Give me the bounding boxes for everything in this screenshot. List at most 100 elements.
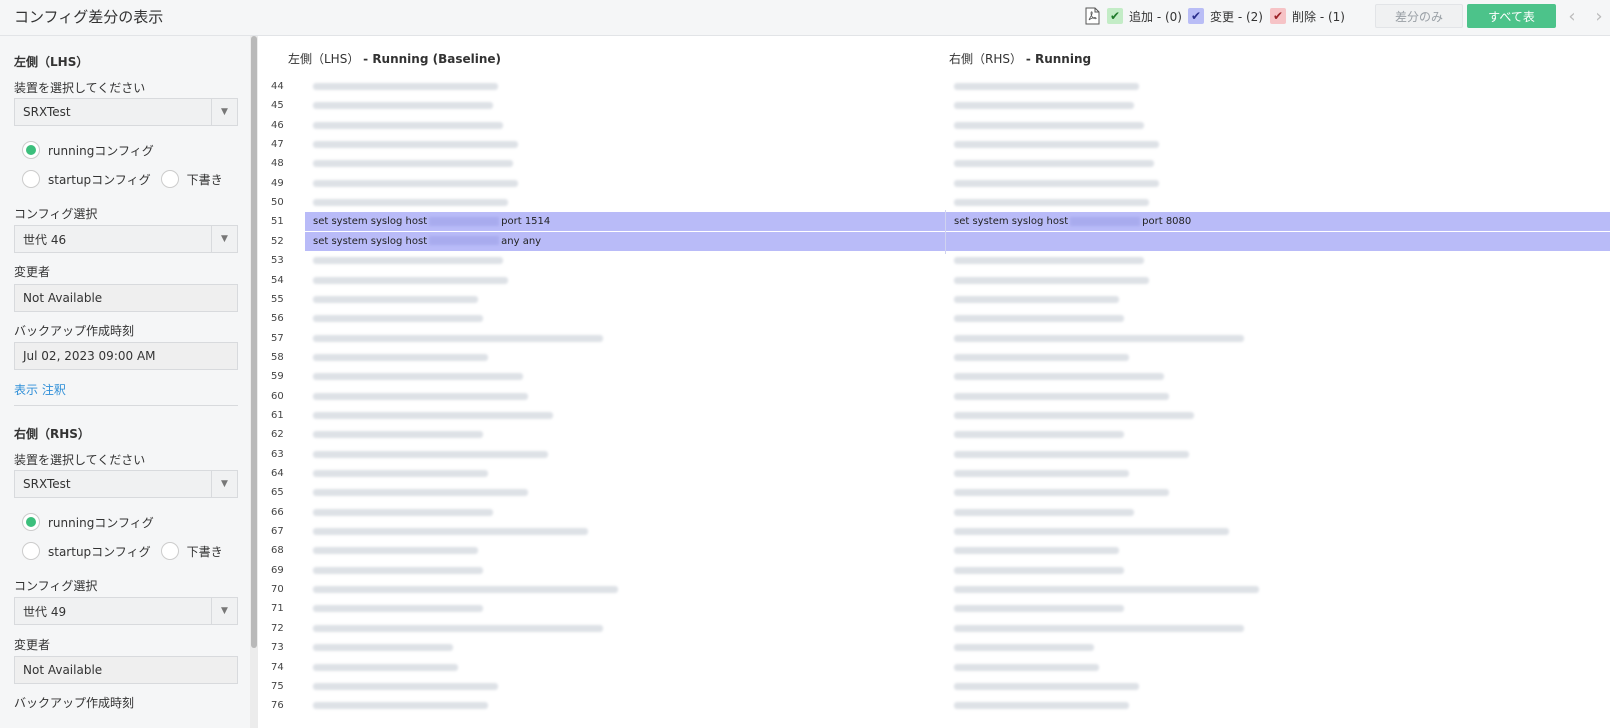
diff-only-button[interactable]: 差分のみ [1375, 4, 1463, 28]
changed-text-prefix: set system syslog host [954, 216, 1069, 228]
lhs-radio-draft-label[interactable]: 下書き [187, 171, 223, 188]
redacted-config-line-lhs [313, 334, 603, 342]
line-number: 53 [271, 255, 284, 267]
rhs-radio-running[interactable]: runningコンフィグ [22, 513, 154, 531]
redacted-config-line-rhs [954, 682, 1139, 690]
diff-row: 44 [259, 77, 1610, 96]
rhs-backup-label: バックアップ作成時刻 [14, 696, 135, 710]
legend-added-label: 追加 - (0) [1129, 9, 1182, 24]
line-number: 65 [271, 487, 284, 499]
caret-down-icon[interactable]: ▼ [211, 99, 237, 125]
chevron-right-icon[interactable]: › [1590, 4, 1608, 28]
caret-down-icon[interactable]: ▼ [211, 226, 237, 252]
redacted-config-line-lhs [313, 199, 508, 207]
line-number: 59 [271, 371, 284, 383]
redacted-config-line-lhs [313, 179, 518, 187]
diff-row: 69 [259, 561, 1610, 580]
redacted-config-line-rhs [954, 644, 1094, 652]
lhs-config-select[interactable]: 世代 46 ▼ [14, 225, 238, 253]
redacted-config-line-rhs [954, 257, 1144, 265]
redacted-config-line-lhs [313, 141, 518, 149]
lhs-device-value: SRXTest [23, 105, 71, 119]
line-number: 60 [271, 390, 284, 402]
changed-line-rhs: set system syslog host port 8080 [954, 212, 1191, 231]
redacted-config-line-lhs [313, 470, 488, 477]
check-icon[interactable]: ✔ [1270, 8, 1286, 24]
rhs-device-label: 装置を選択してください [14, 453, 146, 467]
line-number: 66 [271, 506, 284, 518]
radio-checked-icon[interactable] [22, 141, 40, 159]
redacted-config-line-lhs [313, 431, 483, 439]
diff-row: 74 [259, 658, 1610, 677]
diff-row: 50 [259, 193, 1610, 212]
diff-row: 61 [259, 406, 1610, 425]
redacted-config-line-rhs [954, 373, 1164, 381]
redacted-config-line-lhs [313, 295, 478, 303]
rhs-config-label: コンフィグ選択 [14, 579, 98, 593]
redacted-config-line-rhs [954, 276, 1149, 284]
sidebar-scrollbar[interactable] [250, 36, 258, 728]
line-number: 68 [271, 545, 284, 557]
line-number: 61 [271, 409, 284, 421]
diff-row: 68 [259, 541, 1610, 560]
line-number: 70 [271, 584, 284, 596]
pdf-export-icon[interactable] [1085, 7, 1100, 25]
lhs-device-select[interactable]: SRXTest ▼ [14, 98, 238, 126]
masked-ip [429, 216, 500, 226]
legend-deleted[interactable]: ✔ 削除 - (1) [1270, 7, 1345, 25]
radio-unchecked-icon[interactable] [160, 542, 179, 560]
redacted-config-line-rhs [954, 199, 1149, 207]
legend-changed-label: 変更 - (2) [1210, 9, 1263, 24]
lhs-column-header: 左側（LHS） - Running (Baseline) [288, 50, 501, 67]
redacted-config-line-rhs [954, 102, 1134, 110]
show-all-button[interactable]: すべて表 [1467, 4, 1556, 28]
lhs-radio-startup-label[interactable]: startupコンフィグ [48, 171, 151, 188]
radio-unchecked-icon[interactable] [22, 542, 40, 560]
check-icon[interactable]: ✔ [1107, 8, 1123, 24]
line-number: 64 [271, 468, 284, 479]
rhs-radio-startup-label[interactable]: startupコンフィグ [48, 543, 151, 560]
diff-row: 54 [259, 271, 1610, 290]
redacted-config-line-lhs [313, 411, 553, 419]
redacted-config-line-rhs [954, 334, 1244, 342]
changed-text-prefix: set system syslog host [313, 235, 428, 247]
redacted-config-line-lhs [313, 160, 513, 168]
redacted-config-line-rhs [954, 121, 1144, 129]
legend-changed[interactable]: ✔ 変更 - (2) [1188, 7, 1263, 25]
radio-unchecked-icon[interactable] [160, 170, 179, 188]
changed-line-lhs: set system syslog host any any [313, 232, 541, 251]
diff-row: 60 [259, 387, 1610, 406]
diff-row: 67 [259, 522, 1610, 541]
diff-row: 65 [259, 483, 1610, 502]
check-icon[interactable]: ✔ [1188, 8, 1204, 24]
redacted-config-line-rhs [954, 392, 1169, 400]
diff-column-divider [945, 210, 946, 254]
chevron-left-icon[interactable]: ‹ [1563, 4, 1581, 28]
line-number: 69 [271, 564, 284, 576]
redacted-config-line-lhs [313, 644, 453, 652]
redacted-config-line-rhs [954, 470, 1129, 477]
redacted-config-line-rhs [954, 624, 1244, 632]
scrollbar-thumb[interactable] [251, 36, 257, 648]
line-number: 75 [271, 680, 284, 692]
redacted-config-line-rhs [954, 528, 1229, 536]
redacted-config-line-rhs [954, 411, 1194, 419]
line-number: 71 [271, 603, 284, 615]
rhs-device-select[interactable]: SRXTest ▼ [14, 470, 238, 498]
rhs-config-select[interactable]: 世代 49 ▼ [14, 597, 238, 625]
radio-unchecked-icon[interactable] [22, 170, 40, 188]
radio-checked-icon[interactable] [22, 513, 40, 531]
lhs-radio-running[interactable]: runningコンフィグ [22, 141, 154, 159]
masked-ip [1070, 216, 1141, 226]
diff-row: 70 [259, 580, 1610, 599]
caret-down-icon[interactable]: ▼ [211, 471, 237, 497]
redacted-config-line-lhs [313, 102, 493, 110]
line-number: 55 [271, 293, 284, 305]
rhs-radio-draft-label[interactable]: 下書き [187, 543, 223, 560]
rhs-column-header: 右側（RHS） - Running [949, 50, 1091, 67]
diff-row: 51 set system syslog host port 1514 set sys… [271, 212, 1610, 232]
line-number: 51 [271, 216, 284, 228]
legend-added[interactable]: ✔ 追加 - (0) [1107, 7, 1182, 25]
caret-down-icon[interactable]: ▼ [211, 598, 237, 624]
show-annotation-link[interactable]: 表示 注釈 [14, 381, 66, 398]
